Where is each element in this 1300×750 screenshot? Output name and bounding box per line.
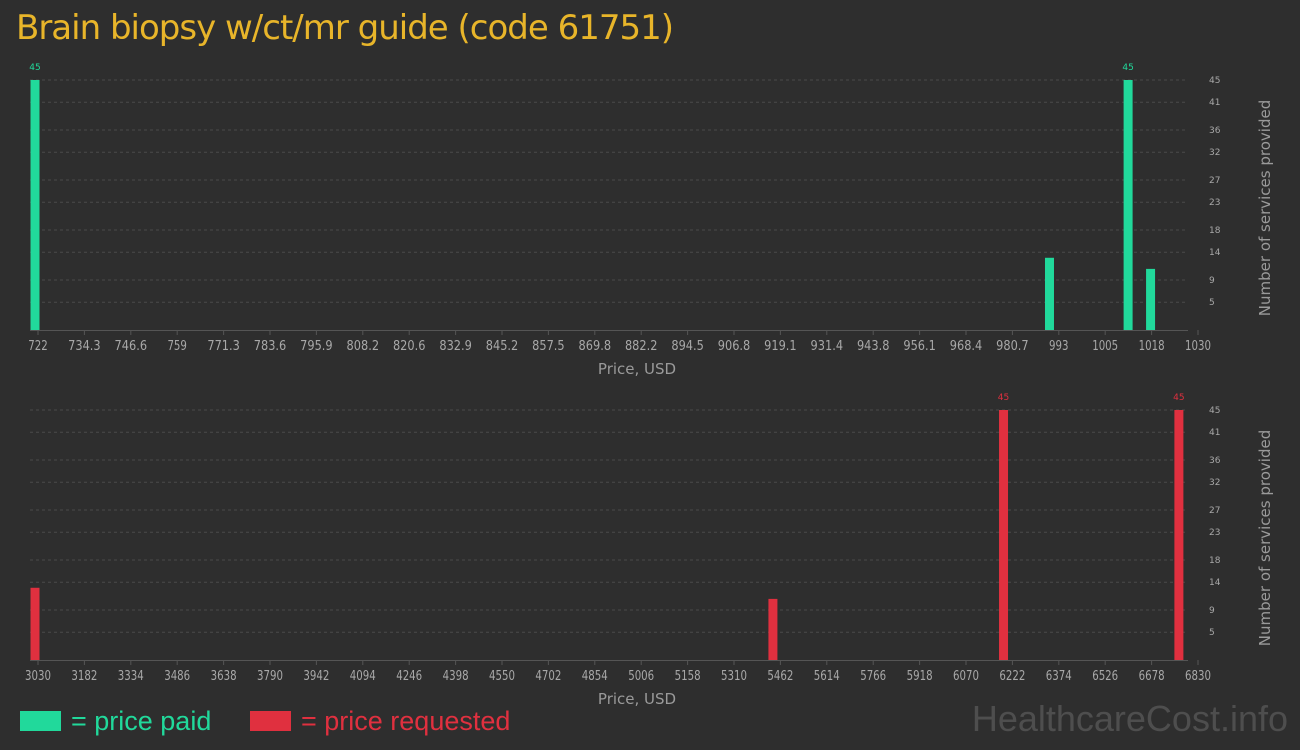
x-tick-label: 5158 bbox=[675, 669, 701, 684]
x-tick-label: 5614 bbox=[814, 669, 840, 684]
x-tick-label: 4550 bbox=[489, 669, 515, 684]
x-tick-label: 6070 bbox=[953, 669, 979, 684]
x-tick-label: 6526 bbox=[1092, 669, 1118, 684]
price-requested-swatch bbox=[250, 711, 291, 731]
x-tick-label: 5462 bbox=[767, 669, 793, 684]
x-tick-label: 3030 bbox=[25, 669, 51, 684]
x-tick-label: 6374 bbox=[1046, 669, 1072, 684]
x-tick-label: 3638 bbox=[211, 669, 237, 684]
requested-bar-label: 45 bbox=[998, 393, 1009, 403]
x-tick-label: 6678 bbox=[1139, 669, 1165, 684]
y-tick-label: 18 bbox=[1209, 556, 1221, 566]
watermark: HealthcareCost.info bbox=[971, 698, 1288, 739]
requested-bar bbox=[999, 410, 1009, 660]
price-paid-legend-label: = price paid bbox=[71, 705, 212, 736]
y-tick-label: 23 bbox=[1209, 528, 1220, 538]
y-tick-label: 5 bbox=[1209, 628, 1215, 638]
requested-bar-label: 45 bbox=[1173, 393, 1184, 403]
legend-price-paid: = price paid bbox=[20, 704, 211, 738]
y-tick-label: 36 bbox=[1209, 456, 1221, 466]
x-tick-label: 6830 bbox=[1185, 669, 1211, 684]
requested-bar bbox=[30, 587, 40, 660]
price-requested-legend-label: = price requested bbox=[301, 705, 511, 736]
x-tick-label: 6222 bbox=[999, 669, 1025, 684]
y-axis-title: Number of services provided bbox=[1256, 430, 1274, 646]
requested-bar bbox=[1174, 410, 1184, 660]
legend-price-requested: = price requested bbox=[250, 704, 510, 738]
price-requested-chart: 5 9 14 18 23 27 32 36 41 45 3030 3182 3334 3486 3638 37… bbox=[25, 393, 1274, 708]
y-tick-label: 32 bbox=[1209, 478, 1220, 488]
y-tick-label: 45 bbox=[1209, 406, 1220, 416]
x-tick-label: 5918 bbox=[907, 669, 933, 684]
x-tick-label: 4854 bbox=[582, 669, 608, 684]
x-tick-label: 3334 bbox=[118, 669, 144, 684]
x-axis-title: Price, USD bbox=[598, 690, 676, 708]
x-tick-label: 5310 bbox=[721, 669, 747, 684]
y-tick-label: 14 bbox=[1209, 578, 1221, 588]
x-tick-label: 3182 bbox=[71, 669, 97, 684]
y-tick-label: 9 bbox=[1209, 606, 1215, 616]
price-paid-swatch bbox=[20, 711, 61, 731]
x-tick-label: 3942 bbox=[303, 669, 329, 684]
y-tick-label: 41 bbox=[1209, 428, 1220, 438]
x-tick-label: 5006 bbox=[628, 669, 654, 684]
x-tick-label: 4702 bbox=[535, 669, 561, 684]
x-tick-label: 4246 bbox=[396, 669, 422, 684]
y-tick-label: 27 bbox=[1209, 506, 1220, 516]
x-tick-label: 5766 bbox=[860, 669, 886, 684]
x-tick-label: 3486 bbox=[164, 669, 190, 684]
requested-bar bbox=[768, 598, 778, 660]
x-tick-label: 4094 bbox=[350, 669, 376, 684]
x-tick-label: 3790 bbox=[257, 669, 283, 684]
x-tick-label: 4398 bbox=[443, 669, 469, 684]
